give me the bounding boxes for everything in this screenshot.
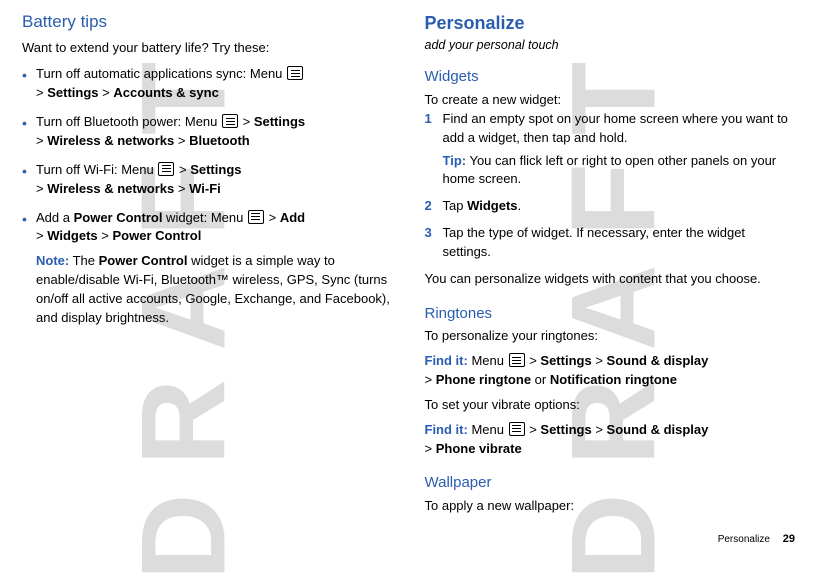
personalize-subtitle: add your personal touch — [425, 36, 796, 54]
widgets-intro: To create a new widget: — [425, 91, 796, 110]
ringtones-intro: To personalize your ringtones: — [425, 327, 796, 346]
battery-tips-heading: Battery tips — [22, 10, 393, 35]
tip-bluetooth-off: Turn off Bluetooth power: Menu > Setting… — [22, 113, 393, 151]
widgets-heading: Widgets — [425, 66, 796, 88]
tip-power-control: Add a Power Control widget: Menu > Add >… — [22, 209, 393, 328]
wallpaper-intro: To apply a new wallpaper: — [425, 497, 796, 516]
tip-wifi-off: Turn off Wi-Fi: Menu > Settings > Wirele… — [22, 161, 393, 199]
menu-icon — [248, 210, 264, 224]
battery-tips-list: Turn off automatic applications sync: Me… — [22, 65, 393, 327]
battery-tips-intro: Want to extend your battery life? Try th… — [22, 39, 393, 58]
left-column: Battery tips Want to extend your battery… — [22, 10, 393, 516]
widgets-outro: You can personalize widgets with content… — [425, 270, 796, 289]
menu-icon — [509, 422, 525, 436]
widgets-steps: 1 Find an empty spot on your home screen… — [425, 110, 796, 262]
widget-step-2: 2 Tap Widgets. — [425, 197, 796, 216]
ringtones-find-it: Find it: Menu > Settings > Sound & displ… — [425, 352, 796, 390]
widget-step-1: 1 Find an empty spot on your home screen… — [425, 110, 796, 189]
vibrate-intro: To set your vibrate options: — [425, 396, 796, 415]
widget-step-3: 3 Tap the type of widget. If necessary, … — [425, 224, 796, 262]
right-column: Personalize add your personal touch Widg… — [425, 10, 796, 516]
menu-icon — [509, 353, 525, 367]
power-control-note: Note: The Power Control widget is a simp… — [36, 252, 393, 327]
menu-icon — [222, 114, 238, 128]
ringtones-heading: Ringtones — [425, 303, 796, 325]
menu-icon — [158, 162, 174, 176]
menu-icon — [287, 66, 303, 80]
tip-sync-off: Turn off automatic applications sync: Me… — [22, 65, 393, 103]
wallpaper-heading: Wallpaper — [425, 472, 796, 494]
vibrate-find-it: Find it: Menu > Settings > Sound & displ… — [425, 421, 796, 459]
personalize-heading: Personalize — [425, 10, 796, 36]
